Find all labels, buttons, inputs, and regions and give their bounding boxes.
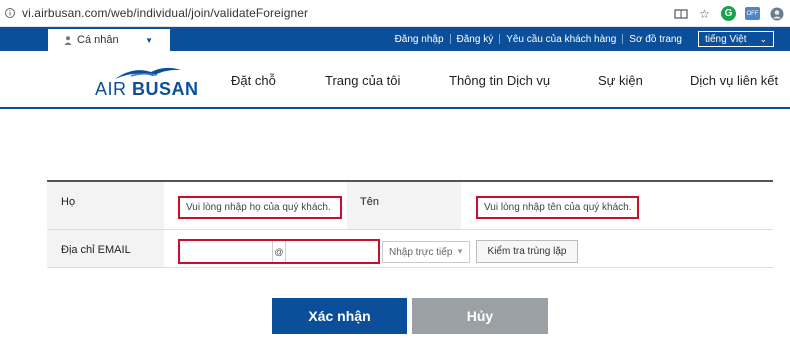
browser-address-bar: vi.airbusan.com/web/individual/join/vali… xyxy=(0,0,790,27)
chevron-down-icon: ⌄ xyxy=(759,34,767,44)
duplicate-check-button[interactable]: Kiểm tra trùng lặp xyxy=(476,240,578,263)
persona-label: Cá nhân xyxy=(77,34,119,46)
air-busan-logo[interactable]: AIR BUSAN xyxy=(95,64,198,99)
nav-partner-services[interactable]: Dịch vụ liên kết xyxy=(690,73,778,88)
nav-booking[interactable]: Đặt chỗ xyxy=(231,73,276,88)
customer-request-link[interactable]: Yêu cầu của khách hàng xyxy=(500,34,622,45)
cancel-button[interactable]: Hủy xyxy=(412,298,548,334)
utility-bar: Cá nhân ▼ Đăng nhập Đăng ký Yêu cầu của … xyxy=(0,27,790,51)
site-header: AIR BUSAN Đặt chỗ Trang của tôi Thông ti… xyxy=(0,51,790,109)
confirm-button[interactable]: Xác nhận xyxy=(272,298,407,334)
first-name-label: Tên xyxy=(347,182,461,229)
first-name-input[interactable]: Vui lòng nhập tên của quý khách. xyxy=(476,196,639,219)
login-link[interactable]: Đăng nhập xyxy=(389,34,450,45)
last-name-input[interactable]: Vui lòng nhập họ của quý khách. xyxy=(178,196,342,219)
email-input-group: @ xyxy=(178,239,380,264)
email-domain-select[interactable]: Nhập trực tiếp ▼ xyxy=(382,241,470,263)
domain-select-label: Nhập trực tiếp xyxy=(389,246,453,258)
bookmark-star-icon[interactable]: ☆ xyxy=(697,6,712,21)
extension-icon[interactable]: OFF xyxy=(745,7,760,20)
utility-links: Đăng nhập Đăng ký Yêu cầu của khách hàng… xyxy=(389,27,688,51)
nav-events[interactable]: Sự kiện xyxy=(598,73,643,88)
logo-text-busan: BUSAN xyxy=(132,79,199,99)
sitemap-link[interactable]: Sơ đồ trang xyxy=(623,34,688,45)
nav-service-info[interactable]: Thông tin Dịch vụ xyxy=(449,73,550,88)
info-icon[interactable] xyxy=(5,7,15,19)
name-row: Họ Tên xyxy=(47,182,773,230)
register-link[interactable]: Đăng ký xyxy=(451,34,500,45)
nav-my-page[interactable]: Trang của tôi xyxy=(325,73,400,88)
email-label: Địa chỉ EMAIL xyxy=(47,230,164,267)
person-icon xyxy=(64,35,72,45)
url-text[interactable]: vi.airbusan.com/web/individual/join/vali… xyxy=(22,6,308,20)
language-label: tiếng Việt xyxy=(705,33,747,45)
foreigner-join-form: Họ Tên Địa chỉ EMAIL Vui lòng nhập họ củ… xyxy=(47,180,773,268)
reader-mode-icon[interactable] xyxy=(673,6,688,21)
logo-text-air: AIR xyxy=(95,79,127,99)
language-select[interactable]: tiếng Việt ⌄ xyxy=(698,31,774,47)
at-sign: @ xyxy=(272,241,286,262)
profile-icon[interactable] xyxy=(769,6,784,21)
last-name-label: Họ xyxy=(47,182,164,229)
chevron-down-icon: ▼ xyxy=(145,36,153,45)
chevron-down-icon: ▼ xyxy=(456,247,464,256)
persona-selector[interactable]: Cá nhân ▼ xyxy=(48,27,170,51)
grammarly-extension-icon[interactable]: G xyxy=(721,6,736,21)
